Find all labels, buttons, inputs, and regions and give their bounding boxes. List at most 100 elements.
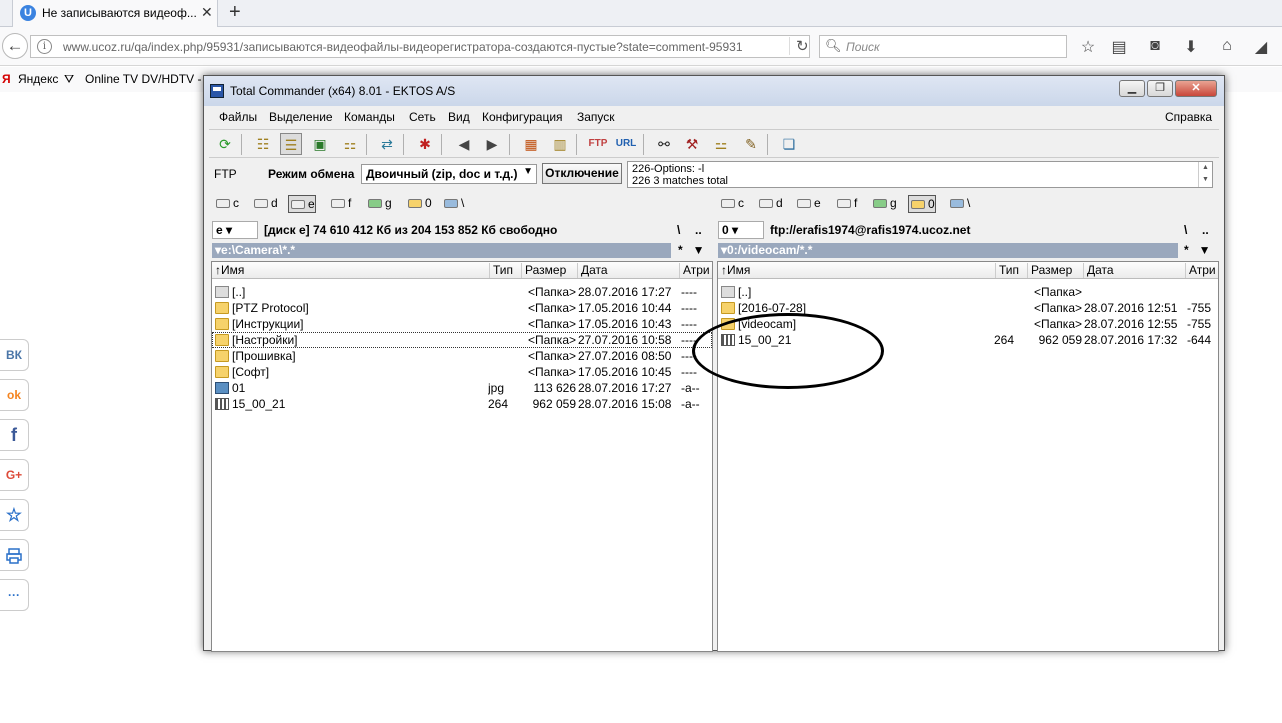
url-text[interactable]: www.ucoz.ru/qa/index.php/95931/записываю… — [63, 40, 743, 54]
col-name[interactable]: ↑Имя — [718, 263, 996, 278]
file-row[interactable]: [Настройки] <Папка> 27.07.2016 10:58 ---- — [212, 332, 712, 348]
left-current-path[interactable]: ▾e:\Camera\*.* — [212, 243, 671, 258]
favorite-star-icon[interactable]: ☆ — [0, 499, 29, 531]
pack-icon[interactable]: ▦ — [520, 133, 542, 155]
search-binoculars-icon[interactable]: ⚯ — [653, 133, 675, 155]
bookmark-star-icon[interactable]: ☆ — [1078, 37, 1098, 57]
drive-c-button[interactable]: c — [719, 195, 744, 213]
file-row[interactable]: [..] <Папка> — [718, 284, 1218, 300]
left-filter[interactable]: * ▼ — [678, 243, 705, 258]
file-row[interactable]: [Софт] <Папка> 17.05.2016 10:45 ---- — [212, 364, 712, 380]
drive-e-button[interactable]: e — [288, 195, 316, 213]
col-date[interactable]: Дата — [578, 263, 680, 278]
google-plus-share-icon[interactable]: G+ — [0, 459, 29, 491]
compare-icon[interactable]: ⇄ — [376, 133, 398, 155]
menu-selection[interactable]: Выделение — [269, 110, 333, 124]
search-bar[interactable]: 🔍︎ Поиск — [819, 35, 1067, 58]
pocket-icon[interactable]: ◙ — [1145, 37, 1165, 55]
col-attr[interactable]: Атри — [680, 263, 712, 278]
menu-help[interactable]: Справка — [1165, 110, 1212, 124]
home-icon[interactable]: ⌂ — [1217, 37, 1237, 55]
file-row[interactable]: [PTZ Protocol] <Папка> 17.05.2016 10:44 ---… — [212, 300, 712, 316]
url-download-icon[interactable]: URL — [615, 133, 637, 155]
root-button[interactable]: \ — [677, 223, 680, 237]
network-drive-button[interactable]: \ — [442, 195, 464, 213]
file-row[interactable]: 01 jpg 113 626 28.07.2016 17:27 -a-- — [212, 380, 712, 396]
transfer-mode-select[interactable]: Двоичный (zip, doc и т.д.) ▼ — [361, 164, 537, 184]
file-row[interactable]: 15_00_21 264 962 059 28.07.2016 15:08 -a-- — [212, 396, 712, 412]
sync-dirs-icon[interactable]: ⚍ — [710, 133, 732, 155]
notepad-icon[interactable]: ✎ — [740, 133, 762, 155]
col-date[interactable]: Дата — [1084, 263, 1186, 278]
close-window-button[interactable]: ✕ — [1175, 80, 1217, 97]
drive-e-button[interactable]: e — [795, 195, 821, 213]
bookmark-online-tv[interactable]: Online TV DV/HDTV - — [85, 72, 201, 86]
tab-close-icon[interactable]: ✕ — [201, 4, 213, 21]
right-current-path[interactable]: ▾0:/videocam/*.* — [718, 243, 1178, 258]
col-type[interactable]: Тип — [996, 263, 1028, 278]
url-bar[interactable]: i www.ucoz.ru/qa/index.php/95931/записыв… — [30, 35, 810, 58]
unpack-icon[interactable]: ▥ — [549, 133, 571, 155]
drive-g-button[interactable]: g — [871, 195, 897, 213]
file-row[interactable]: [..] <Папка> 28.07.2016 17:27 ---- — [212, 284, 712, 300]
menu-commands[interactable]: Команды — [344, 110, 395, 124]
reading-list-icon[interactable]: ▤ — [1109, 37, 1129, 57]
menu-files[interactable]: Файлы — [219, 110, 257, 124]
col-size[interactable]: Размер — [522, 263, 578, 278]
left-drive-select[interactable]: e ▾ — [212, 221, 258, 239]
network-drive-button[interactable]: \ — [948, 195, 970, 213]
parent-button[interactable]: .. — [1202, 223, 1209, 237]
menu-launch[interactable]: Запуск — [577, 110, 615, 124]
drive-f-button[interactable]: f — [835, 195, 857, 213]
disconnect-button[interactable]: Отключение — [542, 163, 622, 184]
drive-ftp-button[interactable]: 0 — [406, 195, 432, 213]
drive-d-button[interactable]: d — [252, 195, 278, 213]
reload-icon[interactable]: ↻ — [789, 37, 809, 55]
col-name[interactable]: ↑Имя — [212, 263, 490, 278]
info-icon[interactable]: i — [37, 39, 52, 54]
parent-button[interactable]: .. — [695, 223, 702, 237]
menu-configuration[interactable]: Конфигурация — [482, 110, 563, 124]
odnoklassniki-share-icon[interactable]: ok — [0, 379, 29, 411]
maximize-button[interactable]: ❐ — [1147, 80, 1173, 97]
download-icon[interactable]: ⬇ — [1181, 37, 1201, 57]
file-row[interactable]: [Инструкции] <Папка> 17.05.2016 10:43 ---- — [212, 316, 712, 332]
drive-g-button[interactable]: g — [366, 195, 392, 213]
send-icon[interactable]: ◢ — [1251, 37, 1271, 57]
brief-view-icon[interactable]: ☷ — [252, 133, 274, 155]
back-button[interactable]: ← — [2, 33, 28, 59]
right-filter[interactable]: * ▼ — [1184, 243, 1211, 258]
print-icon[interactable] — [0, 539, 29, 571]
ftp-connect-icon[interactable]: FTP — [587, 133, 609, 155]
multi-rename-icon[interactable]: ⚒ — [681, 133, 703, 155]
col-attr[interactable]: Атри — [1186, 263, 1218, 278]
root-button[interactable]: \ — [1184, 223, 1187, 237]
full-view-icon[interactable]: ☰ — [280, 133, 302, 155]
vk-share-icon[interactable]: ВК — [0, 339, 29, 371]
right-drive-select[interactable]: 0 ▾ — [718, 221, 764, 239]
new-tab-icon[interactable]: + — [229, 1, 241, 24]
back-arrow-icon[interactable]: ◀ — [453, 133, 475, 155]
file-row[interactable]: [Прошивка] <Папка> 27.07.2016 08:50 ---- — [212, 348, 712, 364]
drive-f-button[interactable]: f — [329, 195, 351, 213]
menu-network[interactable]: Сеть — [409, 110, 436, 124]
more-share-icon[interactable]: ··· — [0, 579, 29, 611]
log-scrollbar[interactable]: ▲ ▼ — [1198, 162, 1212, 187]
forward-arrow-icon[interactable]: ▶ — [481, 133, 503, 155]
drive-ftp-button[interactable]: 0 — [908, 195, 936, 213]
drive-d-button[interactable]: d — [757, 195, 783, 213]
facebook-share-icon[interactable]: f — [0, 419, 29, 451]
copy-names-icon[interactable]: ❏ — [778, 133, 800, 155]
ftp-log[interactable]: 226-Options: -l 226 3 matches total ▲ ▼ — [627, 161, 1213, 188]
drive-c-button[interactable]: c — [214, 195, 239, 213]
minimize-button[interactable]: ▁ — [1119, 80, 1145, 97]
col-type[interactable]: Тип — [490, 263, 522, 278]
left-file-panel[interactable]: ↑Имя Тип Размер Дата Атри [..] <Папка> 28.… — [211, 261, 713, 652]
tree-view-icon[interactable]: ⚏ — [339, 133, 361, 155]
refresh-icon[interactable]: ⟳ — [214, 133, 236, 155]
browser-tab[interactable]: U Не записываются видеоф... ✕ — [12, 0, 218, 27]
thumbnails-icon[interactable]: ▣ — [309, 133, 331, 155]
col-size[interactable]: Размер — [1028, 263, 1084, 278]
invert-selection-icon[interactable]: ✱ — [414, 133, 436, 155]
menu-view[interactable]: Вид — [448, 110, 470, 124]
